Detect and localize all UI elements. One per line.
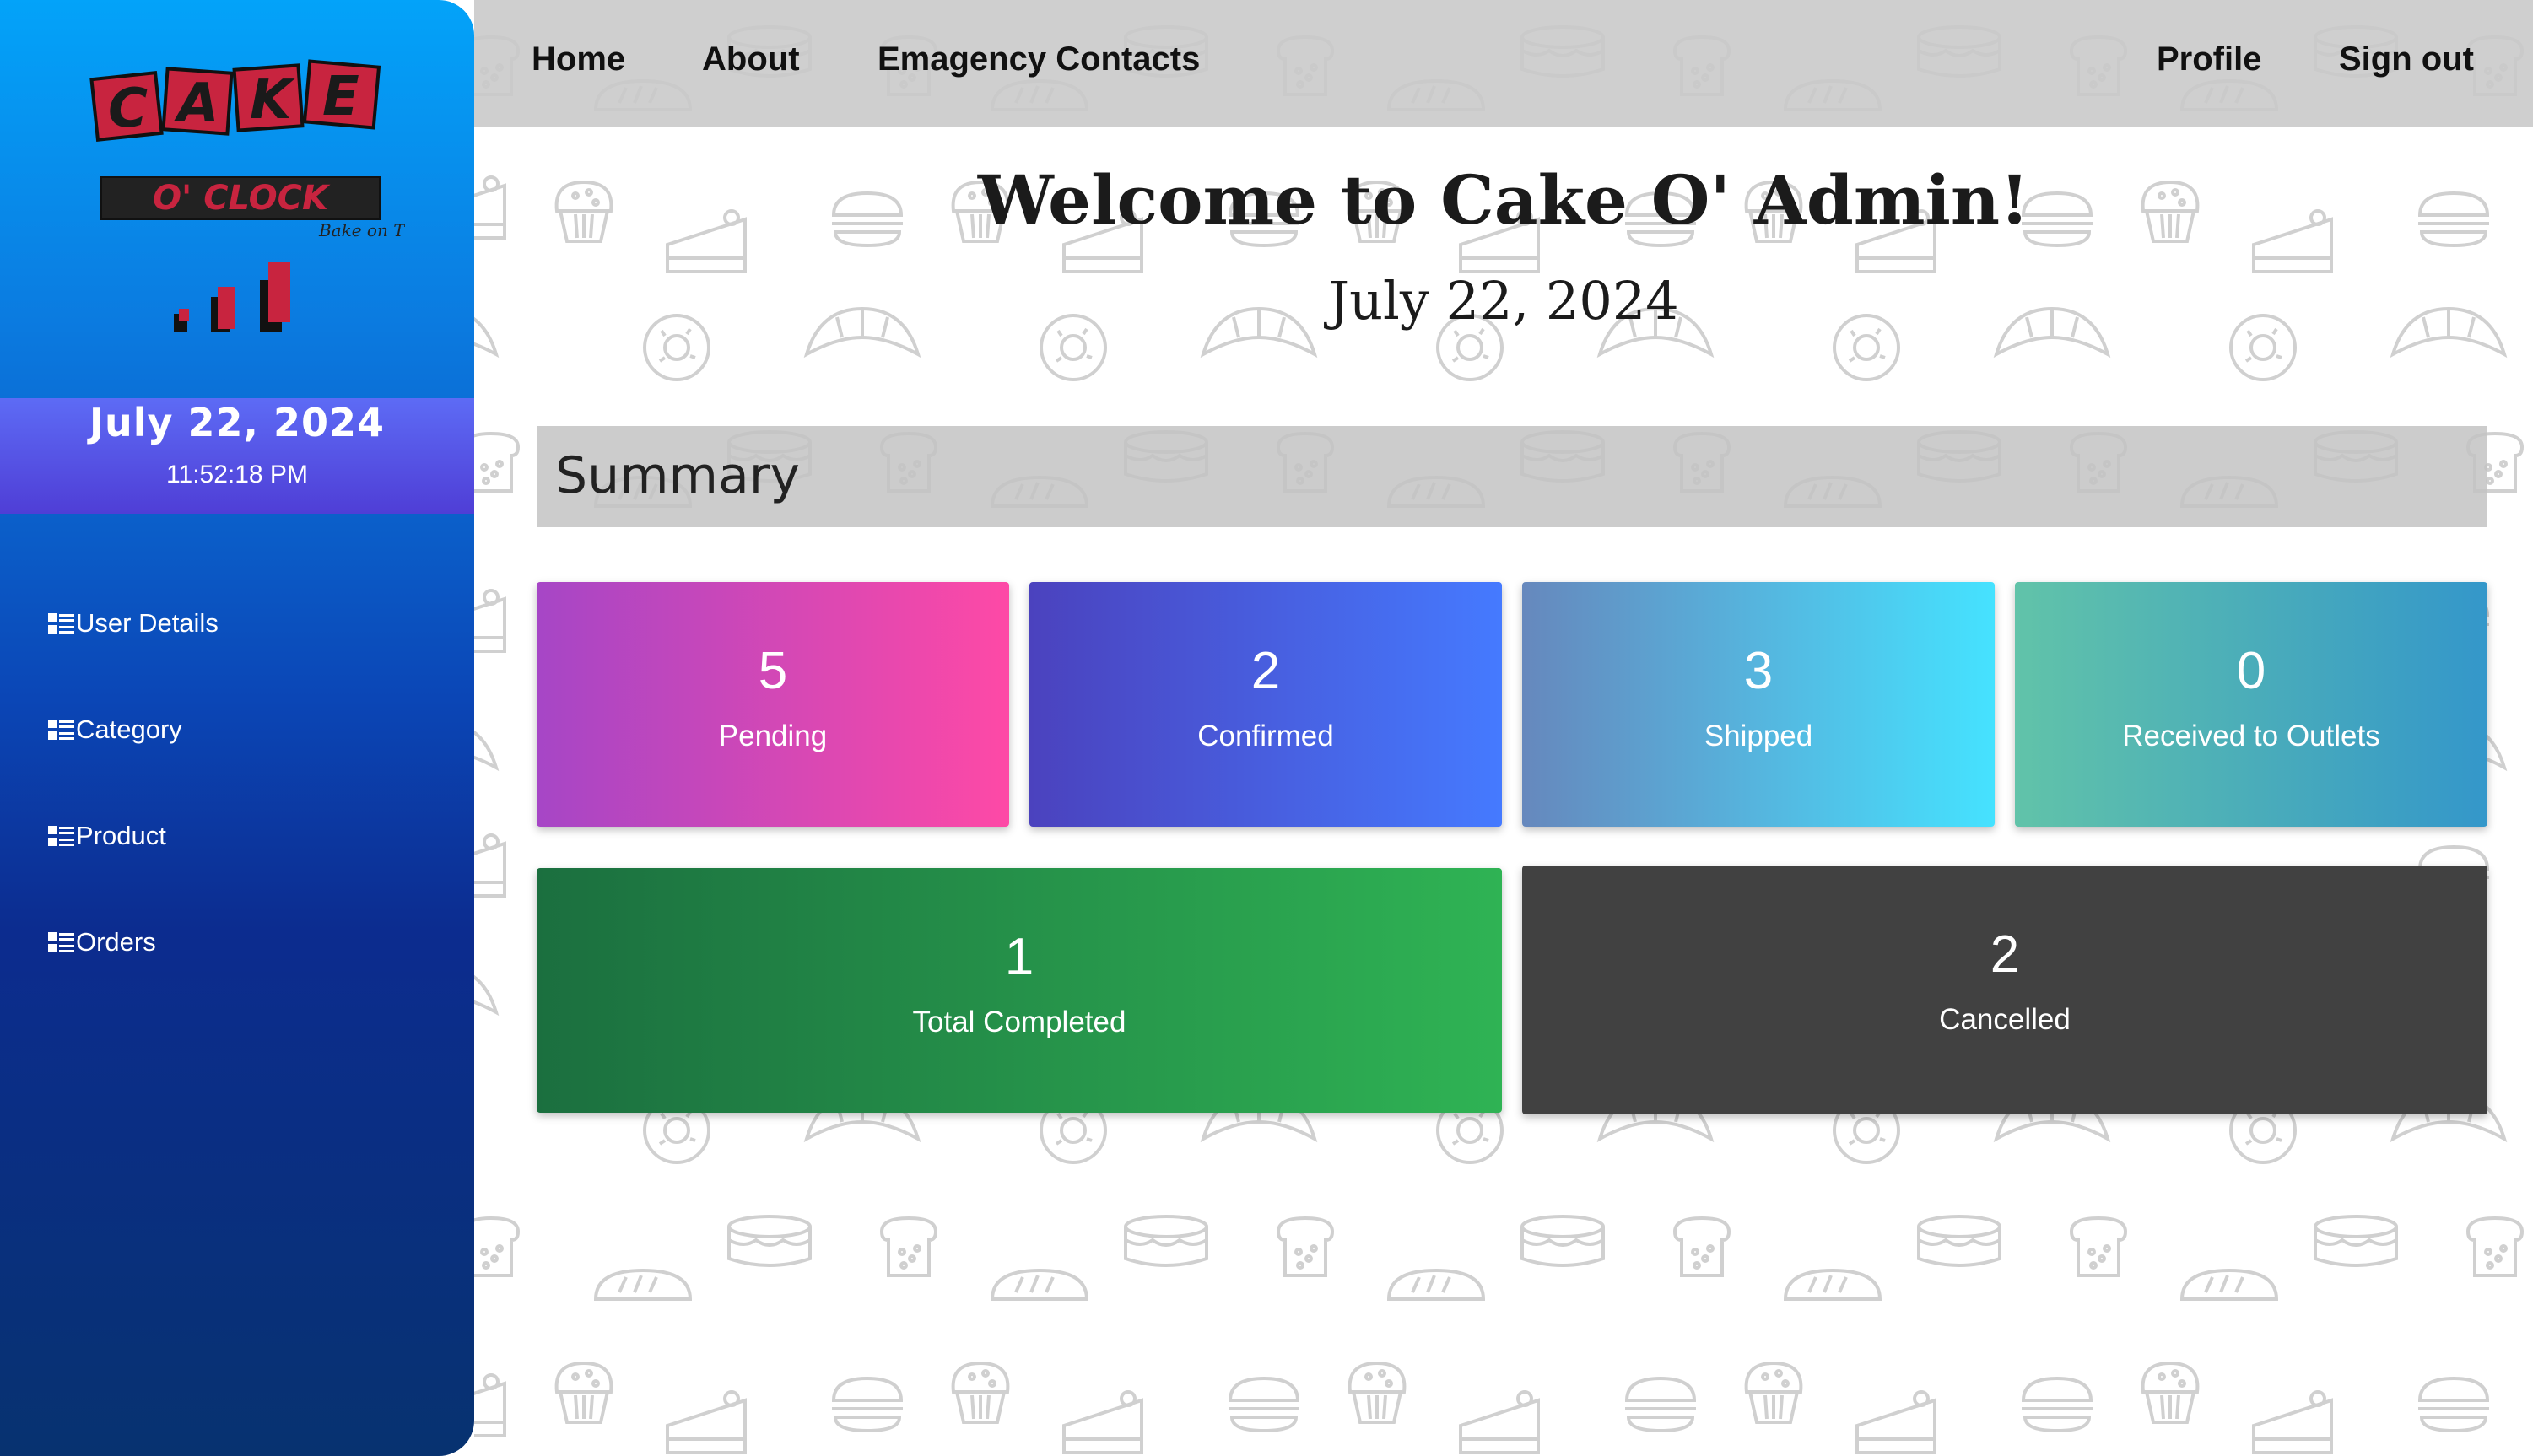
confirmed-orders-card[interactable]: 2 Confirmed — [1029, 582, 1502, 827]
total-completed-card[interactable]: 1 Total Completed — [537, 868, 1502, 1113]
card-count: 2 — [1990, 925, 2020, 984]
sidebar-item-product[interactable]: Product — [47, 783, 219, 889]
card-label: Cancelled — [1939, 1003, 2071, 1036]
page-title: Welcome to Cake O' Admin! — [977, 160, 2030, 240]
svg-text:Bake on Time: Bake on Time — [318, 220, 405, 240]
summary-title: Summary — [555, 446, 800, 505]
sidebar-item-label: Orders — [76, 927, 156, 957]
card-label: Confirmed — [1197, 720, 1334, 752]
summary-header: Summary — [537, 426, 2487, 527]
svg-text:O' CLOCK: O' CLOCK — [153, 179, 331, 218]
sidebar-nav: User Details Category Product Orders — [47, 570, 219, 995]
pending-orders-card[interactable]: 5 Pending — [537, 582, 1009, 827]
svg-text:A: A — [173, 73, 219, 135]
card-count: 1 — [1004, 928, 1034, 986]
list-icon — [48, 613, 74, 634]
date-time-panel: July 22, 2024 11:52:18 PM — [0, 398, 474, 514]
sidebar-item-label: Product — [76, 821, 166, 850]
current-time: 11:52:18 PM — [166, 461, 308, 488]
list-icon — [48, 932, 74, 952]
top-nav-bar: Home About Emagency Contacts Profile Sig… — [474, 0, 2533, 127]
sidebar: C A K E O' CLOCK Bake on Time July 22, 2… — [0, 0, 474, 1456]
card-label: Total Completed — [912, 1006, 1126, 1038]
card-count: 2 — [1250, 642, 1281, 700]
svg-text:K: K — [250, 69, 295, 132]
card-count: 3 — [1743, 642, 1774, 700]
nav-home-link[interactable]: Home — [532, 40, 625, 78]
sidebar-item-label: User Details — [76, 608, 219, 638]
card-label: Shipped — [1704, 720, 1813, 752]
shipped-orders-card[interactable]: 3 Shipped — [1522, 582, 1995, 827]
received-to-outlets-card[interactable]: 0 Received to Outlets — [2015, 582, 2487, 827]
card-label: Received to Outlets — [2122, 720, 2380, 752]
logo-graphic: C A K E O' CLOCK Bake on Time — [89, 59, 436, 332]
card-count: 0 — [2236, 642, 2266, 700]
sidebar-item-label: Category — [76, 715, 182, 744]
nav-profile-link[interactable]: Profile — [2157, 40, 2261, 78]
page-date: July 22, 2024 — [1328, 270, 1679, 332]
list-icon — [48, 826, 74, 846]
svg-text:C: C — [108, 78, 148, 140]
sidebar-item-orders[interactable]: Orders — [47, 889, 219, 995]
cancelled-orders-card[interactable]: 2 Cancelled — [1522, 866, 2487, 1114]
card-count: 5 — [758, 642, 788, 700]
cake-oclock-logo[interactable]: C A K E O' CLOCK Bake on Time — [84, 59, 436, 346]
sidebar-item-category[interactable]: Category — [47, 677, 219, 783]
current-date: July 22, 2024 — [89, 400, 386, 445]
nav-sign-out-link[interactable]: Sign out — [2339, 40, 2474, 78]
nav-about-link[interactable]: About — [702, 40, 800, 78]
card-label: Pending — [718, 720, 828, 752]
nav-emergency-contacts-link[interactable]: Emagency Contacts — [878, 40, 1200, 78]
svg-text:E: E — [322, 66, 359, 128]
list-icon — [48, 720, 74, 740]
sidebar-item-user-details[interactable]: User Details — [47, 570, 219, 677]
